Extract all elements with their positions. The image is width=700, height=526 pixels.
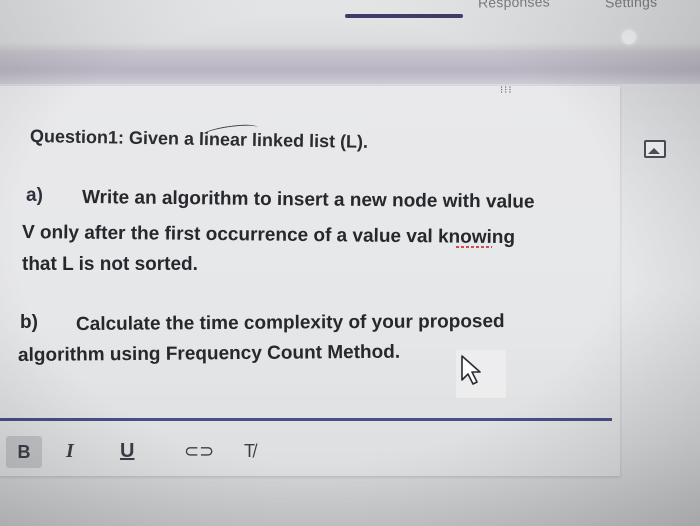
- spellcheck-underline: [456, 246, 492, 248]
- drag-handle-icon[interactable]: ⁝⁝⁝: [500, 86, 513, 96]
- part-a-line-1: Write an algorithm to insert a new node …: [81, 187, 535, 213]
- top-tab-bar: Responses Settings: [0, 0, 700, 40]
- header-band: [0, 50, 700, 84]
- underline-icon[interactable]: U: [120, 440, 134, 462]
- part-b-label: b): [20, 312, 38, 333]
- part-a-line-3: that L is not sorted.: [22, 254, 198, 275]
- bold-icon[interactable]: B: [6, 436, 42, 468]
- part-b-line-2: algorithm using Frequency Count Method.: [17, 341, 401, 366]
- link-icon[interactable]: ⊂⊃: [184, 440, 214, 462]
- answer-input-underline[interactable]: [0, 418, 612, 421]
- form-editor-screen: Responses Settings ⁝⁝⁝ Question1: Given …: [0, 0, 700, 526]
- image-icon[interactable]: [644, 140, 666, 158]
- mouse-cursor-icon: [456, 350, 506, 398]
- part-a-label: a): [26, 185, 43, 206]
- tab-responses[interactable]: Responses: [478, 0, 550, 11]
- part-b-line-1: Calculate the time complexity of your pr…: [75, 311, 505, 335]
- tab-settings[interactable]: Settings: [605, 0, 657, 10]
- italic-icon[interactable]: I: [66, 440, 74, 462]
- clear-format-icon[interactable]: T̸: [244, 440, 255, 462]
- tab-questions-active-indicator: [345, 14, 463, 18]
- formatting-toolbar: [0, 424, 700, 484]
- toggle-knob[interactable]: [622, 30, 636, 44]
